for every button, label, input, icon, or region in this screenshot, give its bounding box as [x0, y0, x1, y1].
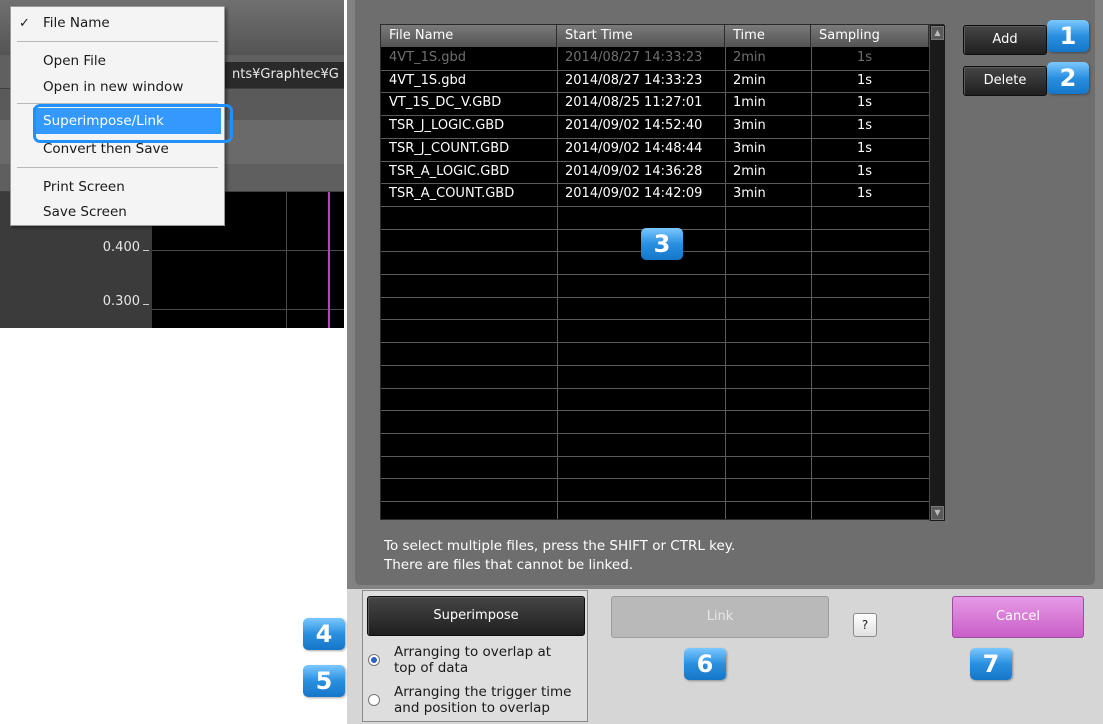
- menu-item-save-screen[interactable]: Save Screen: [43, 201, 127, 223]
- cursor-trace: [328, 192, 330, 328]
- row-divider: [381, 432, 929, 434]
- cancel-button[interactable]: Cancel: [952, 596, 1084, 638]
- link-button[interactable]: Link: [611, 596, 829, 638]
- sampling-cell: 1s: [857, 50, 873, 65]
- time-cell: 3min: [733, 140, 766, 156]
- file-name-cell: 4VT_1S.gbd: [389, 72, 467, 88]
- sampling-cell: 1s: [857, 95, 873, 111]
- help-button[interactable]: ?: [853, 613, 877, 637]
- column-header-file-name[interactable]: File Name: [381, 25, 557, 47]
- file-name-cell: TSR_A_COUNT.GBD: [389, 186, 515, 202]
- row-divider: [381, 296, 929, 298]
- option-trigger-overlap-label: Arranging the trigger time and position …: [394, 684, 572, 716]
- checkmark-icon: ✓: [19, 16, 30, 31]
- start-time-cell: 2014/09/02 14:48:44: [565, 140, 703, 156]
- menu-separator: [17, 167, 218, 168]
- callout-badge-7: 7: [970, 648, 1012, 680]
- table-row[interactable]: TSR_J_COUNT.GBD 2014/09/02 14:48:44 3min 1s: [381, 138, 929, 161]
- y-axis-label: 0.300: [102, 294, 140, 309]
- table-row[interactable]: 4VT_1S.gbd 2014/08/27 14:33:23 2min 1s: [381, 47, 929, 70]
- start-time-cell: 2014/08/27 14:33:23: [565, 72, 703, 88]
- table-row[interactable]: VT_1S_DC_V.GBD 2014/08/25 11:27:01 1min 1s: [381, 92, 929, 115]
- file-name-cell: TSR_A_LOGIC.GBD: [389, 163, 510, 179]
- start-time-cell: 2014/09/02 14:42:09: [565, 186, 703, 202]
- column-header-sampling[interactable]: Sampling: [811, 25, 929, 47]
- background-app-window: nts¥Graphtec¥G 0.400 0.300 ✓ File Name O…: [0, 0, 344, 328]
- sampling-cell: 1s: [857, 163, 873, 179]
- table-header: File Name Start Time Time Sampling: [381, 25, 929, 47]
- y-axis-label: 0.400: [102, 240, 140, 255]
- table-row[interactable]: 4VT_1S.gbd 2014/08/27 14:33:23 2min 1s: [381, 70, 929, 93]
- row-divider: [381, 410, 929, 412]
- hint-multiselect: To select multiple files, press the SHIF…: [384, 538, 736, 554]
- scroll-down-icon[interactable]: ▼: [931, 506, 944, 520]
- y-axis-tick: [143, 250, 149, 251]
- delete-button[interactable]: Delete: [963, 66, 1047, 96]
- highlight-frame: [33, 104, 233, 143]
- hint-cannot-link: There are files that cannot be linked.: [384, 557, 634, 573]
- scroll-up-icon[interactable]: ▲: [931, 26, 944, 40]
- row-divider: [381, 342, 929, 344]
- row-divider: [381, 364, 929, 366]
- time-cell: 3min: [733, 186, 766, 202]
- row-divider: [381, 274, 929, 275]
- time-cell: 1min: [733, 95, 766, 111]
- row-divider: [381, 478, 929, 480]
- sampling-cell: 1s: [857, 72, 873, 88]
- table-row[interactable]: TSR_A_LOGIC.GBD 2014/09/02 14:36:28 2min 1s: [381, 161, 929, 184]
- column-header-start-time[interactable]: Start Time: [557, 25, 725, 47]
- table-row[interactable]: TSR_J_LOGIC.GBD 2014/09/02 14:52:40 3min 1s: [381, 115, 929, 138]
- file-name-cell: 4VT_1S.gbd: [389, 50, 467, 65]
- table-row[interactable]: TSR_A_COUNT.GBD 2014/09/02 14:42:09 3min 1s: [381, 183, 929, 206]
- file-name-cell: TSR_J_LOGIC.GBD: [389, 118, 505, 134]
- callout-badge-6: 6: [684, 648, 726, 680]
- row-divider: [381, 387, 929, 389]
- menu-item-open-file[interactable]: Open File: [43, 50, 106, 72]
- sampling-cell: 1s: [857, 118, 873, 134]
- row-divider: [381, 319, 929, 321]
- row-divider: [381, 455, 929, 457]
- time-cell: 3min: [733, 118, 766, 134]
- row-divider: [381, 205, 929, 207]
- callout-badge-4: 4: [303, 618, 345, 650]
- superimpose-button[interactable]: Superimpose: [367, 596, 585, 636]
- menu-item-file-name[interactable]: File Name: [43, 12, 110, 34]
- callout-badge-1: 1: [1047, 20, 1089, 52]
- file-name-cell: VT_1S_DC_V.GBD: [389, 95, 502, 111]
- time-cell: 2min: [733, 50, 766, 65]
- row-divider: [381, 501, 929, 502]
- time-cell: 2min: [733, 163, 766, 179]
- callout-badge-2: 2: [1047, 62, 1089, 94]
- start-time-cell: 2014/09/02 14:36:28: [565, 163, 703, 179]
- start-time-cell: 2014/08/27 14:33:23: [565, 50, 703, 65]
- y-axis-tick: [143, 304, 149, 305]
- sampling-cell: 1s: [857, 140, 873, 156]
- file-list-table[interactable]: File Name Start Time Time Sampling 4VT_1…: [380, 24, 945, 521]
- start-time-cell: 2014/08/25 11:27:01: [565, 95, 703, 111]
- menu-item-open-new-window[interactable]: Open in new window: [43, 76, 183, 98]
- radio-trigger-overlap[interactable]: [368, 694, 380, 706]
- sampling-cell: 1s: [857, 186, 873, 202]
- column-header-time[interactable]: Time: [725, 25, 811, 47]
- option-overlap-top-label: Arranging to overlap at top of data: [394, 644, 552, 676]
- add-button[interactable]: Add: [963, 25, 1047, 55]
- callout-badge-5: 5: [303, 665, 345, 697]
- time-cell: 2min: [733, 72, 766, 88]
- start-time-cell: 2014/09/02 14:52:40: [565, 118, 703, 134]
- vertical-scrollbar[interactable]: ▲ ▼: [929, 25, 945, 521]
- file-name-cell: TSR_J_COUNT.GBD: [389, 140, 510, 156]
- menu-item-print-screen[interactable]: Print Screen: [43, 176, 125, 198]
- callout-badge-3: 3: [641, 228, 683, 260]
- menu-separator: [17, 41, 218, 42]
- radio-overlap-top[interactable]: [368, 654, 380, 666]
